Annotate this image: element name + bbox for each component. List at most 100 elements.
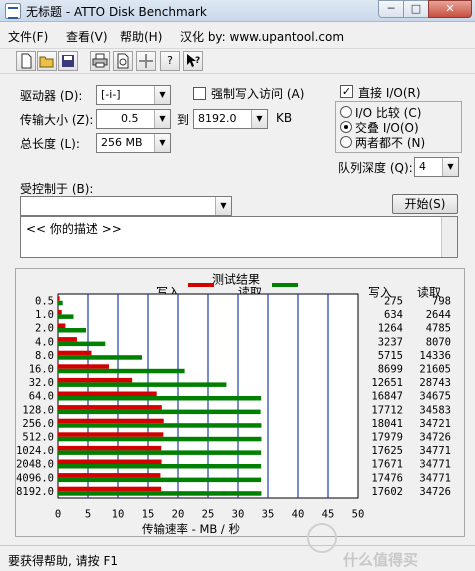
transfer-to-select[interactable]: 8192.0 ▼	[193, 109, 268, 129]
chevron-down-icon: ▼	[154, 134, 170, 152]
read-value-label: 34726	[419, 431, 451, 443]
read-bar	[58, 368, 185, 374]
read-bar	[58, 328, 87, 333]
results-title: 测试结果	[212, 272, 260, 287]
write-value-label: 18041	[371, 418, 403, 430]
write-bar	[58, 337, 77, 342]
neither-radio[interactable]	[340, 136, 352, 148]
drive-value: [-i-]	[101, 88, 121, 101]
x-tick-label: 30	[232, 508, 245, 520]
description-scrollbar[interactable]	[441, 217, 457, 257]
close-button[interactable]: ✕	[428, 0, 472, 18]
help-icon[interactable]: ?	[160, 51, 180, 71]
total-length-value: 256 MB	[101, 136, 143, 149]
y-tick-label: 4096.0	[16, 472, 54, 484]
start-button[interactable]: 开始(S)	[392, 194, 458, 214]
minimize-button[interactable]: ─	[378, 0, 404, 18]
context-help-icon[interactable]: ?	[183, 51, 203, 71]
write-value-label: 17625	[371, 445, 403, 457]
direct-io-checkbox[interactable]: ✓	[340, 85, 353, 98]
save-icon[interactable]	[58, 51, 78, 71]
overlapped-io-radio[interactable]	[340, 121, 352, 133]
total-length-select[interactable]: 256 MB ▼	[96, 133, 171, 153]
controlled-by-select[interactable]: ▼	[20, 196, 232, 216]
write-value-label: 634	[384, 309, 403, 321]
read-value-label: 4785	[426, 323, 451, 335]
read-value-label: 8070	[426, 336, 451, 348]
menu-bar: 文件(F) 查看(V) 帮助(H) 汉化 by: www.upantool.co…	[0, 24, 475, 46]
print-icon[interactable]	[90, 51, 110, 71]
read-value-label: 34771	[419, 445, 451, 457]
direct-io-label: 直接 I/O(R)	[358, 86, 421, 100]
write-bar	[58, 418, 164, 424]
total-length-label: 总长度 (L):	[20, 137, 80, 151]
read-bar	[58, 491, 262, 496]
queue-depth-value: 4	[419, 160, 426, 173]
x-tick-label: 10	[112, 508, 125, 520]
print-preview-icon[interactable]	[113, 51, 133, 71]
read-value-label: 28743	[419, 377, 451, 389]
x-axis-label: 传输速率 - MB / 秒	[142, 522, 240, 536]
write-bar	[58, 391, 157, 396]
write-bar	[58, 486, 162, 492]
x-tick-label: 35	[262, 508, 275, 520]
menu-localization[interactable]: 汉化 by: www.upantool.com	[180, 28, 344, 45]
description-field[interactable]: << 你的描述 >>	[20, 216, 458, 258]
menu-help[interactable]: 帮助(H)	[120, 28, 162, 45]
x-tick-label: 45	[322, 508, 335, 520]
read-bar	[58, 355, 142, 360]
y-tick-label: 512.0	[22, 431, 54, 443]
neither-label: 两者都不 (N)	[355, 136, 426, 150]
write-value-label: 16847	[371, 391, 403, 403]
chevron-down-icon: ▼	[154, 110, 170, 128]
new-icon[interactable]	[16, 51, 36, 71]
force-write-label: 强制写入访问 (A)	[211, 87, 305, 101]
transfer-from-select[interactable]: 0.5 ▼	[96, 109, 171, 129]
watermark-text: 什么值得买	[343, 551, 419, 569]
maximize-button[interactable]: □	[403, 0, 429, 18]
read-bar	[58, 300, 63, 306]
y-tick-label: 8.0	[35, 350, 54, 362]
window-title: 无标题 - ATTO Disk Benchmark	[26, 5, 207, 19]
read-bar	[58, 396, 262, 401]
queue-depth-label: 队列深度 (Q):	[338, 161, 413, 175]
queue-depth-select[interactable]: 4 ▼	[414, 157, 459, 177]
controlled-by-label: 受控制于 (B):	[20, 182, 94, 196]
read-bar	[58, 436, 262, 442]
write-bar	[58, 377, 133, 383]
write-bar	[58, 350, 92, 356]
description-text: << 你的描述 >>	[26, 222, 122, 236]
write-bar	[58, 432, 164, 437]
drive-select[interactable]: [-i-] ▼	[96, 85, 171, 105]
y-tick-label: 2048.0	[16, 459, 54, 471]
read-bar	[58, 450, 262, 455]
x-tick-label: 0	[55, 508, 61, 520]
write-bar	[58, 473, 161, 478]
results-panel: 测试结果 写入 读取 写入 读取 0 5 10 15 20 25 30 35 40 45 50 0.5…	[15, 268, 465, 537]
y-tick-label: 16.0	[29, 363, 54, 375]
write-legend-swatch	[188, 283, 214, 287]
read-value-label: 34583	[419, 404, 451, 416]
chevron-down-icon: ▼	[215, 197, 231, 215]
x-tick-label: 15	[142, 508, 155, 520]
write-bar	[58, 445, 162, 451]
read-bar	[58, 382, 227, 387]
y-tick-label: 4.0	[35, 336, 54, 348]
read-value-label: 34771	[419, 472, 451, 484]
y-tick-label: 128.0	[22, 404, 54, 416]
write-value-label: 12651	[371, 377, 403, 389]
write-value-label: 3237	[378, 336, 403, 348]
move-icon[interactable]	[136, 51, 156, 71]
read-value-label: 14336	[419, 350, 451, 362]
open-icon[interactable]	[37, 51, 57, 71]
app-icon	[5, 3, 21, 19]
y-tick-label: 1.0	[35, 309, 54, 321]
transfer-to-value: 8192.0	[198, 112, 237, 125]
menu-view[interactable]: 查看(V)	[66, 28, 108, 45]
force-write-checkbox[interactable]	[193, 87, 206, 100]
io-compare-radio[interactable]	[340, 106, 352, 118]
menu-file[interactable]: 文件(F)	[8, 28, 48, 45]
y-tick-label: 64.0	[29, 391, 54, 403]
x-tick-label: 50	[352, 508, 365, 520]
drive-label: 驱动器 (D):	[20, 89, 83, 103]
